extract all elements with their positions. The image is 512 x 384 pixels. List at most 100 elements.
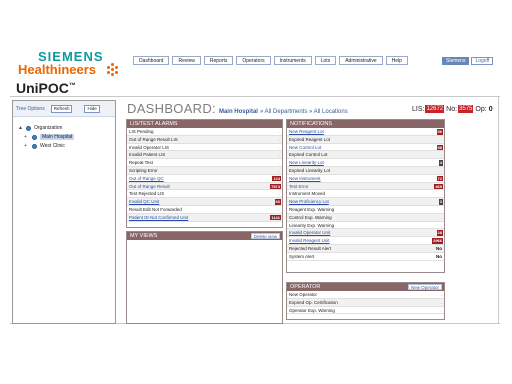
list-item[interactable]: Test Error 469 (287, 182, 444, 191)
trademark-mark: ™ (68, 82, 76, 90)
operator-panel: OPERATOR New Operator New Operator - Expir… (286, 282, 445, 320)
expand-icon[interactable]: + (24, 143, 29, 149)
tree-options-link[interactable]: Tree Options (16, 106, 45, 112)
product-title: UniPOC™ (16, 80, 76, 96)
new-operator-button[interactable]: New Operator (407, 284, 442, 290)
globe-icon (32, 143, 37, 149)
delete-view-button[interactable]: Delete view (250, 233, 280, 239)
notification-list: New Reagent Lot 56 Expired Reagent Lot - New… (287, 128, 444, 261)
list-item[interactable]: New Linearity Lot 4 (287, 159, 444, 167)
count-badge: 1141 (270, 214, 281, 221)
refresh-button[interactable]: Refresh (50, 104, 73, 113)
row-link[interactable]: New Control Lot (289, 145, 321, 150)
row-link[interactable]: New Reagent Lot (289, 129, 324, 134)
nav-dashboard[interactable]: Dashboard (133, 56, 170, 65)
row-link[interactable]: Patient ID Not Confirmed Unit (129, 215, 188, 220)
list-item: Rejected Result Alert No (287, 244, 444, 253)
logoff-button[interactable]: Logoff (471, 57, 494, 65)
list-item[interactable]: Invalid Reagent Unit 2966 (287, 237, 444, 245)
row-label: Operator Exp. Warning (289, 307, 335, 313)
nav-instruments[interactable]: Instruments (273, 56, 312, 65)
count-badge: 28 (436, 230, 443, 236)
row-link[interactable]: Invalid Reagent Unit (289, 238, 330, 243)
list-item[interactable]: New Control Lot 58 (287, 144, 444, 152)
list-item[interactable]: Invalid Operator Unit 28 (287, 229, 444, 238)
count-badge: 56 (436, 129, 443, 135)
my-views-panel: MY VIEWS Delete view (126, 231, 283, 324)
count-badge: - (278, 160, 280, 166)
count-badge: - (440, 191, 442, 197)
hide-button[interactable]: Hide (84, 104, 100, 113)
nav-lots[interactable]: Lots (314, 56, 337, 65)
list-item[interactable]: New Proficiency Lot 3 (287, 198, 444, 206)
count-badge: - (440, 152, 442, 158)
row-label: Out of Range Result LIS (129, 136, 178, 142)
right-border (498, 96, 499, 324)
count-badge: - (278, 144, 280, 150)
count-badge: - (440, 214, 442, 220)
count-badge: - (440, 136, 442, 142)
nav-administrative[interactable]: Administrative (339, 56, 383, 65)
row-label: System Alert (289, 253, 315, 259)
row-link[interactable]: New Proficiency Lot (289, 199, 329, 204)
row-link[interactable]: Out of Range QC (129, 176, 164, 181)
nav-review[interactable]: Review (172, 56, 201, 65)
row-link[interactable]: Invalid Operator Unit (289, 230, 330, 235)
notifications-panel: NOTIFICATIONS New Reagent Lot 56 Expired R… (286, 119, 445, 273)
count-badge: 72 (436, 175, 443, 182)
count-badge: - (278, 129, 280, 134)
tree-node-main-hospital[interactable]: + Main Hospital (24, 134, 75, 140)
product-name: UniPOC (16, 80, 69, 96)
list-item[interactable]: Patient ID Not Confirmed Unit 1141 (127, 213, 282, 222)
no-count-badge: 3575 (458, 105, 474, 113)
page-title: DASHBOARD: (127, 101, 216, 116)
row-link[interactable]: Invalid QC Unit (129, 199, 159, 204)
lis-test-alarms-panel: LIS/TEST ALARMS LIS Pending - Out of Range… (126, 119, 283, 228)
panel-header: OPERATOR New Operator (287, 283, 444, 291)
tree-node-west-clinic[interactable]: + West Clinic (24, 143, 65, 149)
row-link[interactable]: Out of Range Result (129, 184, 170, 189)
list-item: LIS Pending - (127, 128, 282, 136)
panel-title: LIS/TEST ALARMS (127, 120, 282, 128)
list-item: Scripting Error - (127, 166, 282, 175)
nav-help[interactable]: Help (385, 56, 408, 65)
row-link[interactable]: New Linearity Lot (289, 160, 324, 165)
count-badge: 469 (434, 183, 443, 190)
user-name: Siemens (442, 57, 470, 65)
list-item: Invalid Operator LIS - (127, 144, 282, 152)
row-link[interactable]: New Instrument (289, 176, 321, 181)
tree-node-label: West Clinic (40, 143, 65, 149)
list-item: Invalid Patient LIS - (127, 151, 282, 160)
list-item: New Operator - (287, 291, 444, 299)
header-divider (10, 96, 500, 97)
expand-icon[interactable]: + (24, 134, 29, 140)
count-badge: - (440, 307, 442, 313)
list-item[interactable]: New Instrument 72 (287, 175, 444, 183)
collapse-icon[interactable]: ▲ (18, 125, 23, 131)
tree-node-label: Main Hospital (40, 134, 75, 140)
list-item[interactable]: Invalid QC Unit 66 (127, 198, 282, 206)
count-badge: - (440, 167, 442, 173)
list-item: Linearity Exp. Warning - (287, 222, 444, 230)
list-item: Reagent Exp. Warning - (287, 206, 444, 214)
row-link[interactable]: Test Error (289, 184, 309, 189)
nav-operators[interactable]: Operators (236, 56, 271, 65)
count-badge: - (278, 167, 280, 173)
count-badge: 7874 (270, 183, 281, 190)
nav-reports[interactable]: Reports (203, 56, 234, 65)
alarm-list: LIS Pending - Out of Range Result LIS - Inva… (127, 128, 282, 222)
panel-title: OPERATOR (290, 284, 321, 290)
tree-node-label: Organization (34, 125, 63, 131)
lis-count-badge: 12672 (425, 105, 445, 113)
list-item[interactable]: Out of Range QC 124 (127, 175, 282, 183)
row-label: LIS Pending (129, 129, 154, 134)
count-badge: 124 (272, 175, 281, 182)
list-item: System Alert No (287, 253, 444, 261)
list-item[interactable]: Out of Range Result 7874 (127, 182, 282, 191)
list-item[interactable]: New Reagent Lot 56 (287, 128, 444, 136)
op-label: Op: (475, 105, 487, 113)
tree-node-organization[interactable]: ▲ Organization (18, 125, 62, 131)
breadcrumb-main-hospital[interactable]: Main Hospital (219, 109, 258, 115)
lis-label: LIS: (412, 105, 425, 113)
tree-toolbar: Tree Options Refresh Hide (13, 101, 115, 117)
